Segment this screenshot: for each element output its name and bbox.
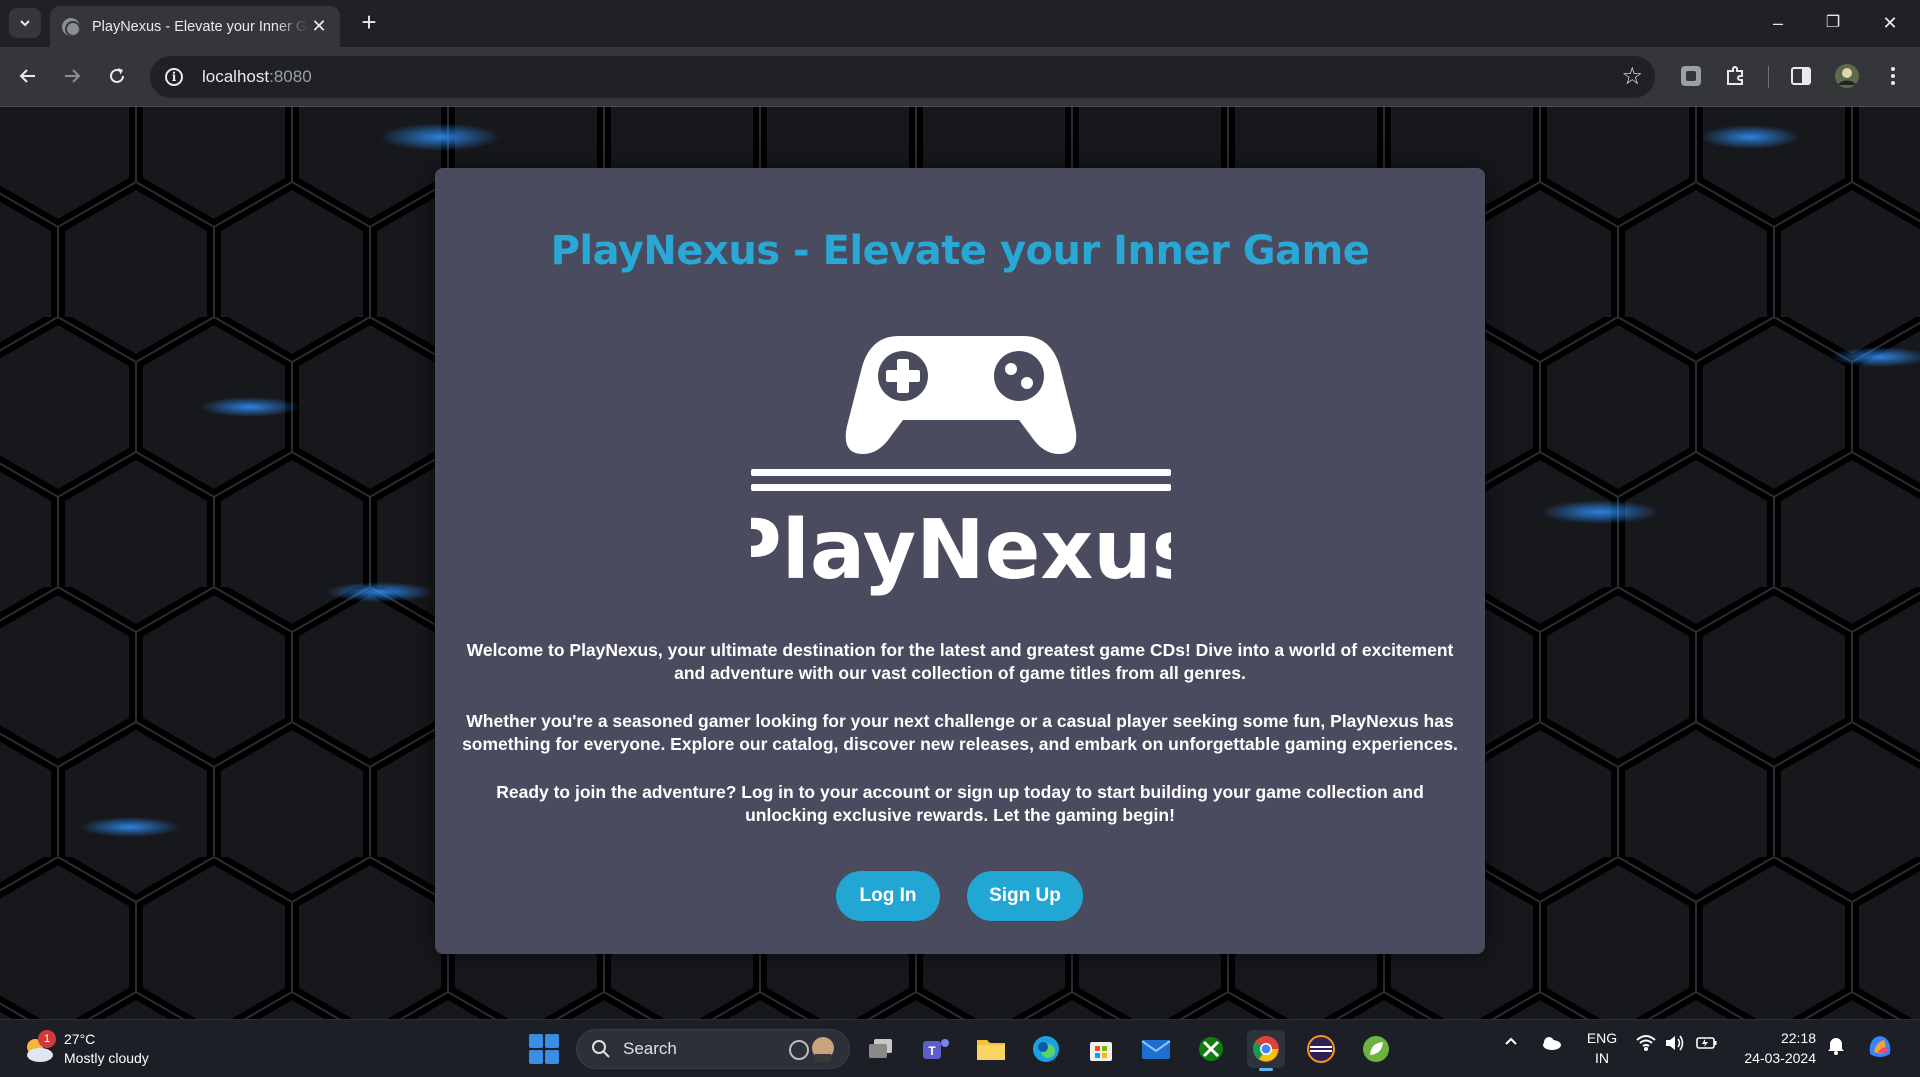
side-panel-button[interactable]: [1786, 61, 1816, 91]
site-info-button[interactable]: i: [154, 57, 194, 97]
browser-tab-bar: PlayNexus - Elevate your Inner Game ✕ + …: [0, 0, 1920, 47]
chevron-down-icon: [20, 20, 30, 27]
xbox-icon: [1199, 1037, 1223, 1061]
cloudy-weather-icon: 1: [22, 1030, 56, 1064]
eclipse-app[interactable]: [1302, 1030, 1340, 1068]
toolbar-divider: [1768, 66, 1769, 88]
signup-button[interactable]: Sign Up: [967, 871, 1083, 921]
intro-paragraph: Welcome to PlayNexus, your ultimate dest…: [466, 640, 1454, 683]
spring-leaf-icon: [1363, 1036, 1389, 1062]
windows-logo-pane: [545, 1034, 559, 1048]
start-button[interactable]: [529, 1034, 559, 1064]
search-placeholder: Search: [623, 1039, 677, 1058]
new-tab-button[interactable]: +: [353, 7, 385, 39]
page-viewport: PlayNexus - Elevate your Inner Game Play…: [0, 107, 1920, 1019]
task-view-icon: [869, 1039, 892, 1058]
input-language-indicator[interactable]: ENG IN: [1584, 1028, 1620, 1068]
tab-close-icon[interactable]: ✕: [308, 16, 330, 37]
clock-date: 24-03-2024: [1744, 1050, 1816, 1066]
intro-paragraph: Whether you're a seasoned gamer looking …: [462, 711, 1458, 754]
clock-time: 22:18: [1780, 1030, 1816, 1046]
battery-icon[interactable]: [1696, 1035, 1718, 1054]
tab-title: PlayNexus - Elevate your Inner Game: [92, 18, 308, 35]
intro-text: Welcome to PlayNexus, your ultimate dest…: [459, 639, 1461, 852]
microsoft-store-app[interactable]: [1082, 1030, 1120, 1068]
weather-alert-badge: 1: [38, 1030, 56, 1048]
info-icon: i: [165, 68, 183, 86]
back-button[interactable]: [11, 59, 45, 93]
tab-search-button[interactable]: [9, 8, 41, 38]
url-text[interactable]: localhost:8080: [202, 67, 312, 87]
weather-widget[interactable]: 1 27°C Mostly cloudy: [22, 1030, 149, 1068]
region-code: IN: [1595, 1050, 1609, 1066]
chrome-icon: [1253, 1036, 1279, 1062]
chrome-app[interactable]: [1247, 1030, 1285, 1071]
temperature: 27°C: [64, 1031, 96, 1047]
notification-bell-icon[interactable]: [1826, 1035, 1846, 1058]
mail-app[interactable]: [1137, 1030, 1175, 1068]
chevron-up-icon: [1505, 1037, 1517, 1045]
edge-app[interactable]: [1027, 1030, 1065, 1068]
arrow-left-icon: [19, 69, 35, 83]
teams-icon: T: [923, 1039, 949, 1059]
mail-icon: [1141, 1040, 1171, 1059]
bookmark-star-icon[interactable]: ☆: [1621, 62, 1643, 92]
folder-icon: [977, 1040, 1005, 1060]
avatar-icon: [1835, 64, 1859, 88]
forward-button[interactable]: [55, 59, 89, 93]
onedrive-icon[interactable]: [1540, 1036, 1562, 1053]
login-button[interactable]: Log In: [836, 871, 940, 921]
edge-browser-icon: [1033, 1036, 1059, 1062]
search-highlight-icon: [789, 1037, 834, 1062]
window-close-button[interactable]: ✕: [1865, 5, 1915, 41]
svg-text:T: T: [928, 1044, 936, 1058]
windows-logo-pane: [529, 1050, 543, 1064]
task-view-button[interactable]: [862, 1030, 900, 1068]
xbox-app[interactable]: [1192, 1030, 1230, 1068]
store-bag-icon: [1090, 1042, 1112, 1061]
more-vertical-icon: [1891, 67, 1895, 85]
extension-button[interactable]: [1676, 61, 1706, 91]
spring-tool-app[interactable]: [1357, 1030, 1395, 1068]
welcome-card: PlayNexus - Elevate your Inner Game Play…: [435, 168, 1485, 954]
file-explorer-app[interactable]: [972, 1030, 1010, 1068]
browser-toolbar: i localhost:8080 ☆: [0, 47, 1920, 107]
extensions-button[interactable]: [1720, 61, 1750, 91]
reload-button[interactable]: [100, 59, 134, 93]
profile-avatar[interactable]: [1832, 61, 1862, 91]
gamepad-icon: [845, 336, 1077, 454]
page-title: PlayNexus - Elevate your Inner Game: [550, 228, 1370, 274]
address-bar[interactable]: i localhost:8080 ☆: [150, 56, 1655, 98]
os-taskbar: 1 27°C Mostly cloudy Search T ENG IN 22:…: [0, 1019, 1920, 1077]
wifi-icon[interactable]: [1636, 1034, 1656, 1055]
show-hidden-icons-button[interactable]: [1503, 1034, 1519, 1053]
windows-logo-pane: [545, 1050, 559, 1064]
window-minimize-button[interactable]: –: [1753, 5, 1803, 41]
playnexus-logo: PlayNexus: [751, 336, 1171, 598]
taskbar-search[interactable]: Search: [576, 1029, 850, 1069]
puzzle-icon: [1727, 66, 1743, 85]
browser-menu-button[interactable]: [1878, 61, 1908, 91]
globe-icon: [62, 17, 80, 36]
arrow-right-icon: [65, 69, 81, 83]
logo-wordmark: PlayNexus: [751, 503, 1171, 598]
side-panel-icon: [1791, 67, 1811, 85]
reload-icon: [110, 68, 124, 83]
window-restore-button[interactable]: ❐: [1808, 5, 1858, 41]
search-icon: [592, 1040, 610, 1058]
weather-description: Mostly cloudy: [64, 1050, 149, 1066]
volume-icon[interactable]: [1664, 1034, 1686, 1055]
windows-logo-pane: [529, 1034, 543, 1048]
teams-app[interactable]: T: [917, 1030, 955, 1068]
system-clock[interactable]: 22:18 24-03-2024: [1740, 1028, 1816, 1068]
eclipse-icon: [1307, 1035, 1335, 1063]
copilot-icon[interactable]: [1864, 1030, 1896, 1065]
intro-paragraph: Ready to join the adventure? Log in to y…: [496, 782, 1424, 825]
browser-tab-active[interactable]: PlayNexus - Elevate your Inner Game ✕: [50, 6, 340, 47]
language-code: ENG: [1586, 1030, 1618, 1046]
extension-app-icon: [1681, 66, 1701, 86]
